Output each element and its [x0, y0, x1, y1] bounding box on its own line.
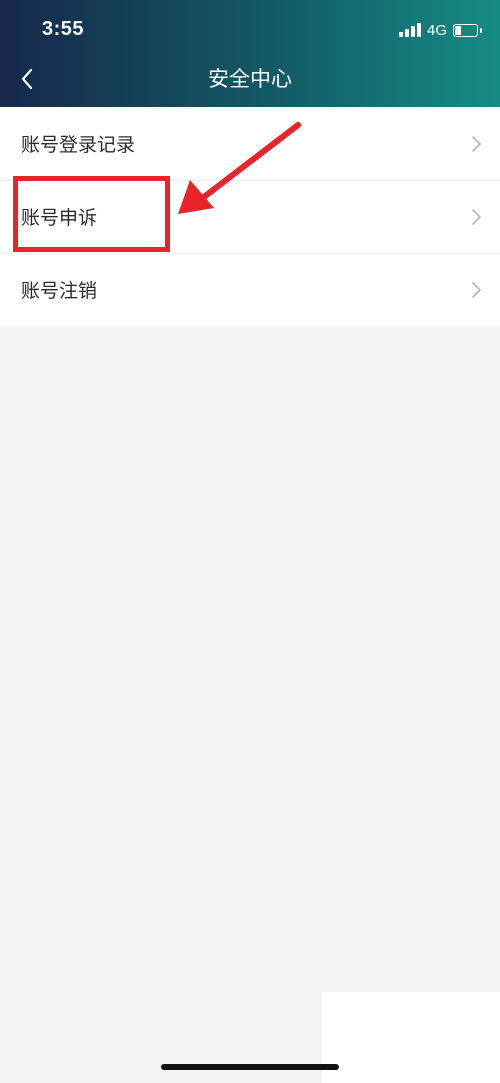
network-type: 4G — [426, 21, 447, 39]
chevron-right-icon — [472, 135, 481, 152]
menu-item-label: 账号注销 — [21, 280, 98, 302]
status-time: 3:55 — [42, 18, 85, 40]
chevron-right-icon — [472, 281, 481, 298]
menu-item-account-appeal[interactable]: 账号申诉 — [0, 180, 500, 253]
menu-item-label: 账号登录记录 — [21, 134, 136, 156]
status-indicators: 4G — [398, 20, 482, 40]
menu-item-account-cancellation[interactable]: 账号注销 — [0, 253, 500, 326]
overlay-patch — [322, 992, 500, 1083]
app-header: 3:55 4G 安全中心 — [0, 0, 500, 107]
chevron-right-icon — [472, 208, 481, 225]
battery-icon — [453, 23, 482, 37]
security-menu-list: 账号登录记录 账号申诉 账号注销 — [0, 107, 500, 326]
home-indicator[interactable] — [161, 1064, 339, 1070]
page-title: 安全中心 — [208, 67, 292, 91]
signal-icon — [398, 23, 421, 37]
menu-item-login-records[interactable]: 账号登录记录 — [0, 107, 500, 180]
menu-item-label: 账号申诉 — [21, 207, 98, 229]
